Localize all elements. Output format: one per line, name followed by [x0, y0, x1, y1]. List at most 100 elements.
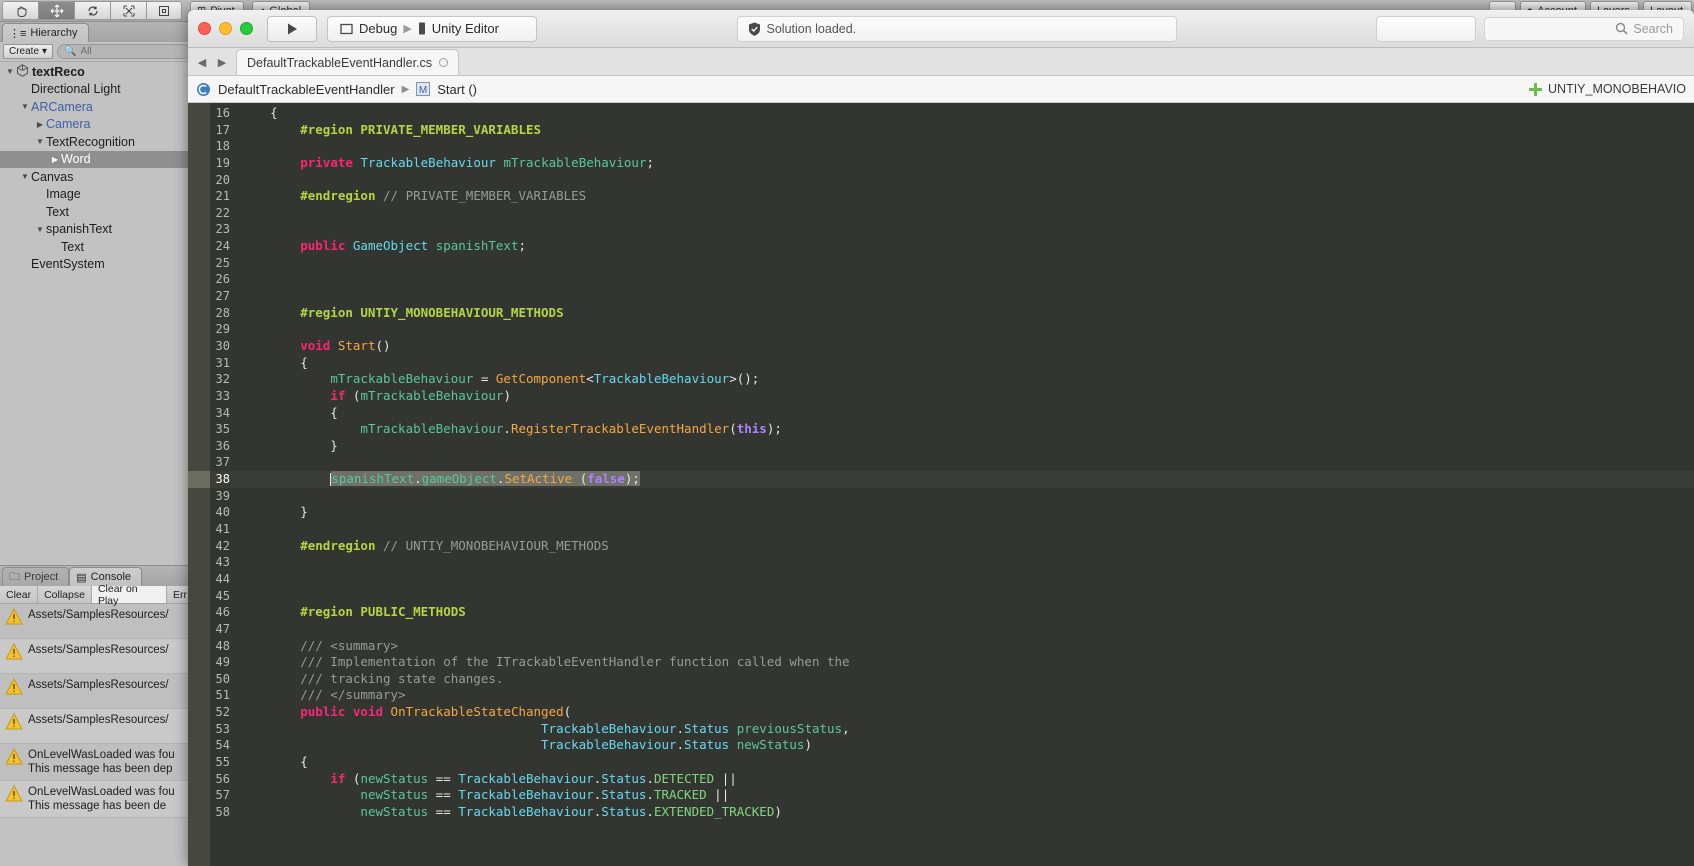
code-line[interactable]: 38 spanishText.gameObject.SetActive (fal… [188, 471, 1694, 488]
console-button-clear[interactable]: Clear [0, 586, 39, 603]
code-line[interactable]: 44 [188, 571, 1694, 588]
console-log-row[interactable]: Assets/SamplesResources/ [0, 604, 194, 639]
code-line[interactable]: 45 [188, 588, 1694, 605]
code-line[interactable]: 40 } [188, 504, 1694, 521]
unity-scene-icon [16, 63, 29, 80]
tab-hierarchy[interactable]: ⋮≡ Hierarchy [2, 23, 89, 42]
code-line[interactable]: 25 [188, 255, 1694, 272]
console-button-clear-on-play[interactable]: Clear on Play [91, 583, 167, 607]
hierarchy-item-arcamera[interactable]: ▼ ARCamera [0, 98, 194, 116]
hierarchy-item-textreco[interactable]: ▼ textReco [0, 63, 194, 81]
code-line[interactable]: 47 [188, 621, 1694, 638]
code-line[interactable]: 39 [188, 488, 1694, 505]
hierarchy-item-textrecognition[interactable]: ▼ TextRecognition [0, 133, 194, 151]
nav-forward-button[interactable]: ▶ [212, 49, 232, 75]
close-icon[interactable] [439, 58, 449, 67]
code-line[interactable]: 53 TrackableBehaviour.Status previousSta… [188, 721, 1694, 738]
code-line[interactable]: 30 void Start() [188, 338, 1694, 355]
code-line[interactable]: 58 newStatus == TrackableBehaviour.Statu… [188, 804, 1694, 821]
create-dropdown[interactable]: Create ▾ [3, 44, 54, 59]
code-line[interactable]: 36 } [188, 438, 1694, 455]
search-input[interactable]: Search [1484, 16, 1684, 41]
method-icon: M [416, 82, 431, 96]
hierarchy-item-directional-light[interactable]: Directional Light [0, 81, 194, 99]
run-configuration-dropdown[interactable]: Debug ▶ Unity Editor [327, 15, 537, 42]
scale-tool-button[interactable] [110, 1, 146, 20]
code-line[interactable]: 42 #endregion // UNTIY_MONOBEHAVIOUR_MET… [188, 538, 1694, 555]
move-tool-button[interactable] [38, 1, 74, 20]
code-line[interactable]: 31 { [188, 355, 1694, 372]
close-window-button[interactable] [198, 22, 211, 35]
code-line[interactable]: 46 #region PUBLIC_METHODS [188, 604, 1694, 621]
console-log-row[interactable]: OnLevelWasLoaded was fou This message has… [0, 781, 194, 818]
run-button[interactable] [267, 15, 317, 42]
code-line[interactable]: 21 #endregion // PRIVATE_MEMBER_VARIABLE… [188, 188, 1694, 205]
breadcrumb-member-label[interactable]: Start () [437, 82, 477, 97]
hierarchy-item-spanishtext[interactable]: ▼ spanishText [0, 221, 194, 239]
hierarchy-item-camera[interactable]: ▶ Camera [0, 116, 194, 134]
code-editor[interactable]: 16 {17 #region PRIVATE_MEMBER_VARIABLES 1… [188, 103, 1694, 866]
hand-tool-button[interactable] [2, 1, 38, 20]
code-line[interactable]: 55 { [188, 754, 1694, 771]
minimize-window-button[interactable] [219, 22, 232, 35]
code-line[interactable]: 18 [188, 138, 1694, 155]
code-line[interactable]: 20 [188, 172, 1694, 189]
code-line[interactable]: 29 [188, 321, 1694, 338]
code-line[interactable]: 16 { [188, 105, 1694, 122]
chevron-down-icon[interactable]: ▼ [19, 172, 31, 181]
hierarchy-item-text[interactable]: Text [0, 238, 194, 256]
code-line[interactable]: 51 /// </summary> [188, 687, 1694, 704]
code-line[interactable]: 49 /// Implementation of the ITrackableE… [188, 654, 1694, 671]
chevron-down-icon[interactable]: ▼ [19, 102, 31, 111]
code-line[interactable]: 24 public GameObject spanishText; [188, 238, 1694, 255]
code-line[interactable]: 37 [188, 454, 1694, 471]
chevron-down-icon[interactable]: ▼ [4, 67, 16, 76]
code-line[interactable]: 28 #region UNTIY_MONOBEHAVIOUR_METHODS [188, 305, 1694, 322]
console-button-collapse[interactable]: Collapse [38, 586, 92, 603]
code-line[interactable]: 56 if (newStatus == TrackableBehaviour.S… [188, 771, 1694, 788]
code-line[interactable]: 41 [188, 521, 1694, 538]
code-line[interactable]: 17 #region PRIVATE_MEMBER_VARIABLES [188, 122, 1694, 139]
console-log-list[interactable]: Assets/SamplesResources/Assets/SamplesRe… [0, 604, 194, 866]
hierarchy-search-input[interactable]: 🔍 All [57, 44, 191, 59]
nav-back-button[interactable]: ◀ [192, 49, 212, 75]
console-log-line2: This message has been dep [28, 763, 173, 775]
chevron-right-icon[interactable]: ▶ [34, 120, 46, 129]
breadcrumb-class-label[interactable]: DefaultTrackableEventHandler [218, 82, 395, 97]
toolbar-extra-button[interactable] [1376, 15, 1476, 42]
rotate-tool-button[interactable] [74, 1, 110, 20]
code-line[interactable]: 50 /// tracking state changes. [188, 671, 1694, 688]
code-line[interactable]: 54 TrackableBehaviour.Status newStatus) [188, 737, 1694, 754]
hierarchy-item-canvas[interactable]: ▼ Canvas [0, 168, 194, 186]
hierarchy-item-text[interactable]: Text [0, 203, 194, 221]
plus-icon [1529, 82, 1543, 96]
code-line[interactable]: 35 mTrackableBehaviour.RegisterTrackable… [188, 421, 1694, 438]
hierarchy-item-word[interactable]: ▶ Word [0, 150, 194, 168]
rect-tool-button[interactable] [146, 1, 182, 20]
tab-project[interactable]: 🗀 Project [2, 567, 70, 586]
code-line[interactable]: 22 [188, 205, 1694, 222]
console-log-row[interactable]: OnLevelWasLoaded was fou This message has… [0, 744, 194, 781]
code-line[interactable]: 26 [188, 271, 1694, 288]
code-line[interactable]: 57 newStatus == TrackableBehaviour.Statu… [188, 787, 1694, 804]
code-line[interactable]: 32 mTrackableBehaviour = GetComponent<Tr… [188, 371, 1694, 388]
hierarchy-item-image[interactable]: Image [0, 186, 194, 204]
console-log-row[interactable]: Assets/SamplesResources/ [0, 674, 194, 709]
code-line[interactable]: 27 [188, 288, 1694, 305]
code-line[interactable]: 23 [188, 221, 1694, 238]
file-tab[interactable]: DefaultTrackableEventHandler.cs [236, 49, 460, 75]
code-line[interactable]: 19 private TrackableBehaviour mTrackable… [188, 155, 1694, 172]
chevron-down-icon[interactable]: ▼ [34, 137, 46, 146]
console-log-row[interactable]: Assets/SamplesResources/ [0, 709, 194, 744]
console-log-row[interactable]: Assets/SamplesResources/ [0, 639, 194, 674]
code-line[interactable]: 33 if (mTrackableBehaviour) [188, 388, 1694, 405]
code-line[interactable]: 43 [188, 554, 1694, 571]
chevron-right-icon[interactable]: ▶ [49, 155, 61, 164]
chevron-down-icon[interactable]: ▼ [34, 225, 46, 234]
maximize-window-button[interactable] [240, 22, 253, 35]
code-line[interactable]: 52 public void OnTrackableStateChanged( [188, 704, 1694, 721]
hierarchy-item-eventsystem[interactable]: EventSystem [0, 256, 194, 274]
window-controls [198, 22, 253, 35]
code-line[interactable]: 48 /// <summary> [188, 638, 1694, 655]
code-line[interactable]: 34 { [188, 405, 1694, 422]
